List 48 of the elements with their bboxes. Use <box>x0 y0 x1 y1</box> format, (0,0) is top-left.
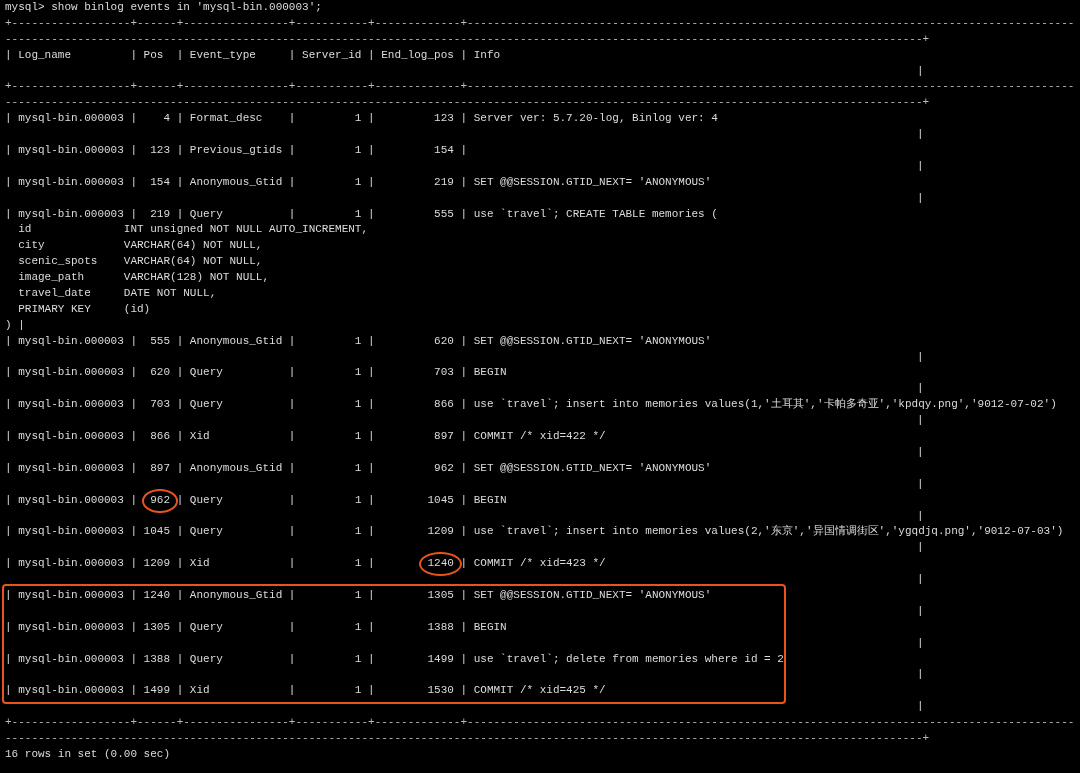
wrapped-border-line: | <box>917 414 924 427</box>
table-row-line: image_path VARCHAR(128) NOT NULL, <box>17 271 270 284</box>
table-row-line: scenic_spots VARCHAR(64) NOT NULL, <box>17 255 263 268</box>
table-row-line: id INT unsigned NOT NULL AUTO_INCREMENT, <box>17 223 369 236</box>
table-row-line: | mysql-bin.000003 | 703 | Query | 1 | 866 | use `travel`; insert into memories values(1,'土耳其','卡帕多奇亚','kpdqy.png','9012-07-02') <box>5 398 1057 411</box>
table-row-line: | mysql-bin.000003 | 1045 | Query | 1 | 1209 | use `travel`; insert into memories values(2,'东京','异国情调街区','ygqdjq.png','9012-07-03') <box>5 525 1064 538</box>
wrapped-border-line: | <box>917 350 924 363</box>
table-row-line: | mysql-bin.000003 | 154 | Anonymous_Gtid | 1 | 219 | SET @@SESSION.GTID_NEXT= 'ANONYMOUS' <box>5 175 712 188</box>
wrapped-border-line: | <box>917 604 924 617</box>
table-header-line: | Log_name | Pos | Event_type | Server_id | End_log_pos | Info <box>5 48 501 61</box>
result-status-line: 16 rows in set (0.00 sec) <box>5 747 171 760</box>
wrapped-border-line: | <box>917 159 924 172</box>
table-border-line: -------------------------------------------------------------------------------------------------------------------------------------------+ <box>5 32 930 45</box>
table-row-line: | mysql-bin.000003 | 1240 | Anonymous_Gtid | 1 | 1305 | SET @@SESSION.GTID_NEXT= 'ANONYMOUS' <box>5 588 712 601</box>
wrapped-border-line: | <box>917 573 924 586</box>
table-row-line: PRIMARY KEY (id) <box>17 302 151 315</box>
wrapped-border-line: | <box>917 128 924 141</box>
circled-value: 962 <box>142 488 179 513</box>
circled-value: 1240 <box>419 552 462 577</box>
command-line: mysql> show binlog events in 'mysql-bin.000003'; <box>5 1 322 13</box>
table-border-line: +------------------+------+----------------+-----------+-------------+-------------------------------------------------------------------------------------------- <box>5 80 1075 93</box>
table-row-line: | mysql-bin.000003 | 1499 | Xid | 1 | 1530 | COMMIT /* xid=425 */ <box>5 684 606 697</box>
wrapped-border-line: | <box>917 445 924 458</box>
wrapped-border-line: | <box>917 541 924 554</box>
table-row-line: | mysql-bin.000003 | 219 | Query | 1 | 555 | use `travel`; CREATE TABLE memories ( <box>5 207 718 220</box>
table-row-line: | mysql-bin.000003 | 1388 | Query | 1 | 1499 | use `travel`; delete from memories where id = 2 <box>5 652 784 665</box>
wrapped-border-line: | <box>917 382 924 395</box>
table-border-line: -------------------------------------------------------------------------------------------------------------------------------------------+ <box>5 731 930 744</box>
table-row-line: | mysql-bin.000003 | 123 | Previous_gtids | 1 | 154 | <box>5 144 468 156</box>
table-row-line: | mysql-bin.000003 | 620 | Query | 1 | 703 | BEGIN <box>5 366 507 379</box>
table-row-line: | mysql-bin.000003 | 1305 | Query | 1 | 1388 | BEGIN <box>5 620 507 633</box>
table-row-line: ) | <box>5 318 25 331</box>
wrapped-border-line: | <box>917 509 924 522</box>
wrapped-border-line: | <box>917 64 924 77</box>
table-row-line: | mysql-bin.000003 | 555 | Anonymous_Gtid | 1 | 620 | SET @@SESSION.GTID_NEXT= 'ANONYMOUS' <box>5 334 712 347</box>
wrapped-border-line: | <box>917 668 924 681</box>
table-border-line: +------------------+------+----------------+-----------+-------------+-------------------------------------------------------------------------------------------- <box>5 16 1075 29</box>
table-row-line: | mysql-bin.000003 | 897 | Anonymous_Gtid | 1 | 962 | SET @@SESSION.GTID_NEXT= 'ANONYMOUS' <box>5 461 712 474</box>
wrapped-border-line: | <box>917 636 924 649</box>
wrapped-border-line: | <box>917 477 924 490</box>
table-row-line: travel_date DATE NOT NULL, <box>17 287 217 300</box>
wrapped-border-line: | <box>917 700 924 713</box>
table-border-line: +------------------+------+----------------+-----------+-------------+-------------------------------------------------------------------------------------------- <box>5 716 1075 729</box>
table-row-line: | mysql-bin.000003 | 4 | Format_desc | 1 | 123 | Server ver: 5.7.20-log, Binlog ver: 4 <box>5 112 718 125</box>
table-row-line: | mysql-bin.000003 | 866 | Xid | 1 | 897 | COMMIT /* xid=422 */ <box>5 430 606 443</box>
table-border-line: -------------------------------------------------------------------------------------------------------------------------------------------+ <box>5 96 930 109</box>
wrapped-border-line: | <box>917 191 924 204</box>
table-row-line: city VARCHAR(64) NOT NULL, <box>17 239 263 252</box>
